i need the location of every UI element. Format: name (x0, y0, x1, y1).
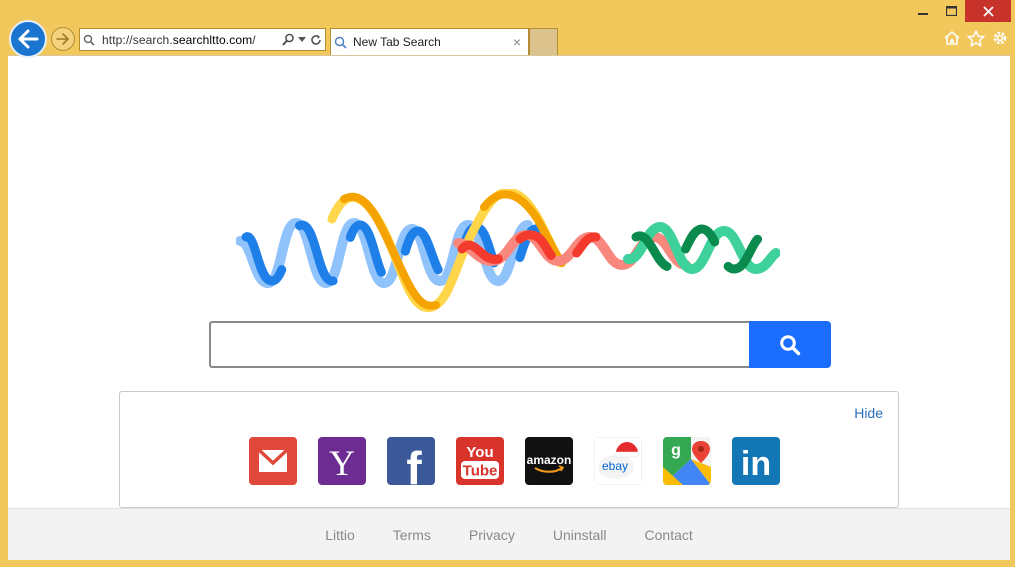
ebay-text: ebay (602, 459, 628, 473)
forward-arrow-icon (56, 33, 70, 45)
footer-link-littio[interactable]: Littio (325, 527, 355, 543)
yahoo-tile[interactable]: Y (318, 437, 366, 485)
toolbar-icons (943, 29, 1009, 47)
tab-close-button[interactable]: × (506, 34, 528, 50)
dropdown-arrow-button[interactable] (297, 29, 307, 50)
star-icon (967, 29, 985, 47)
browser-chrome: http://search.searchltto.com/ New Tab Se… (0, 0, 1015, 58)
window-controls (909, 0, 1011, 22)
dropdown-arrow-icon (298, 37, 306, 42)
footer-link-uninstall[interactable]: Uninstall (553, 527, 607, 543)
ebay-tile[interactable]: ebay (594, 437, 642, 485)
tab-title: New Tab Search (353, 35, 441, 49)
gmail-tile[interactable] (249, 437, 297, 485)
close-window-button[interactable] (965, 0, 1011, 22)
amazon-tile[interactable]: amazon (525, 437, 573, 485)
linkedin-tile[interactable]: in (732, 437, 780, 485)
minimize-icon (918, 13, 928, 15)
back-button[interactable] (9, 20, 47, 58)
shortcuts-panel: Hide Y f You Tube amazon ebay g in (119, 391, 899, 508)
page-icon (80, 29, 98, 50)
footer-link-contact[interactable]: Contact (645, 527, 693, 543)
linkedin-icon: in (741, 445, 771, 483)
magnifier-icon (83, 34, 95, 46)
amazon-text: amazon (527, 453, 572, 467)
magnifier-icon (281, 33, 294, 46)
facebook-f-icon: f (406, 442, 422, 485)
home-icon (944, 31, 960, 45)
search-box (209, 321, 831, 368)
search-dropdown-button[interactable] (279, 29, 297, 50)
gear-icon (993, 31, 1007, 45)
close-icon (982, 5, 994, 17)
wave-logo (236, 189, 780, 313)
youtube-icon: You Tube (461, 444, 499, 480)
youtube-text-top: You (466, 444, 493, 461)
search-icon (780, 334, 801, 355)
settings-button[interactable] (991, 29, 1009, 47)
google-maps-tile[interactable]: g (663, 437, 711, 485)
footer-link-terms[interactable]: Terms (393, 527, 431, 543)
search-button[interactable] (749, 321, 831, 368)
favorites-button[interactable] (967, 29, 985, 47)
youtube-tile[interactable]: You Tube (456, 437, 504, 485)
address-domain: searchltto.com (172, 32, 253, 47)
address-suffix: / (252, 32, 256, 47)
forward-button[interactable] (51, 27, 75, 51)
magnifier-icon (334, 36, 347, 49)
google-maps-g: g (671, 442, 681, 459)
refresh-button[interactable] (307, 29, 325, 50)
home-button[interactable] (943, 29, 961, 47)
yahoo-y-icon: Y (329, 443, 355, 483)
maximize-button[interactable] (937, 0, 965, 22)
gmail-envelope-icon (257, 448, 289, 472)
address-url[interactable]: http://search.searchltto.com/ (98, 33, 279, 47)
footer-link-privacy[interactable]: Privacy (469, 527, 515, 543)
address-bar[interactable]: http://search.searchltto.com/ (79, 28, 326, 51)
back-arrow-icon (18, 29, 39, 49)
shortcut-tiles: Y f You Tube amazon ebay g in (249, 437, 780, 485)
youtube-text-bottom: Tube (463, 463, 498, 480)
hide-link[interactable]: Hide (854, 405, 883, 421)
maximize-icon (945, 6, 957, 16)
tab-favicon (331, 32, 349, 53)
new-tab-button[interactable] (529, 28, 558, 55)
facebook-tile[interactable]: f (387, 437, 435, 485)
address-prefix: http://search. (102, 32, 173, 47)
page-viewport: Hide Y f You Tube amazon ebay g in Litti… (8, 55, 1010, 560)
search-input[interactable] (209, 321, 749, 368)
minimize-button[interactable] (909, 0, 937, 22)
tab-new-tab-search[interactable]: New Tab Search × (330, 28, 529, 55)
refresh-icon (311, 34, 321, 45)
footer: Littio Terms Privacy Uninstall Contact (8, 508, 1010, 560)
